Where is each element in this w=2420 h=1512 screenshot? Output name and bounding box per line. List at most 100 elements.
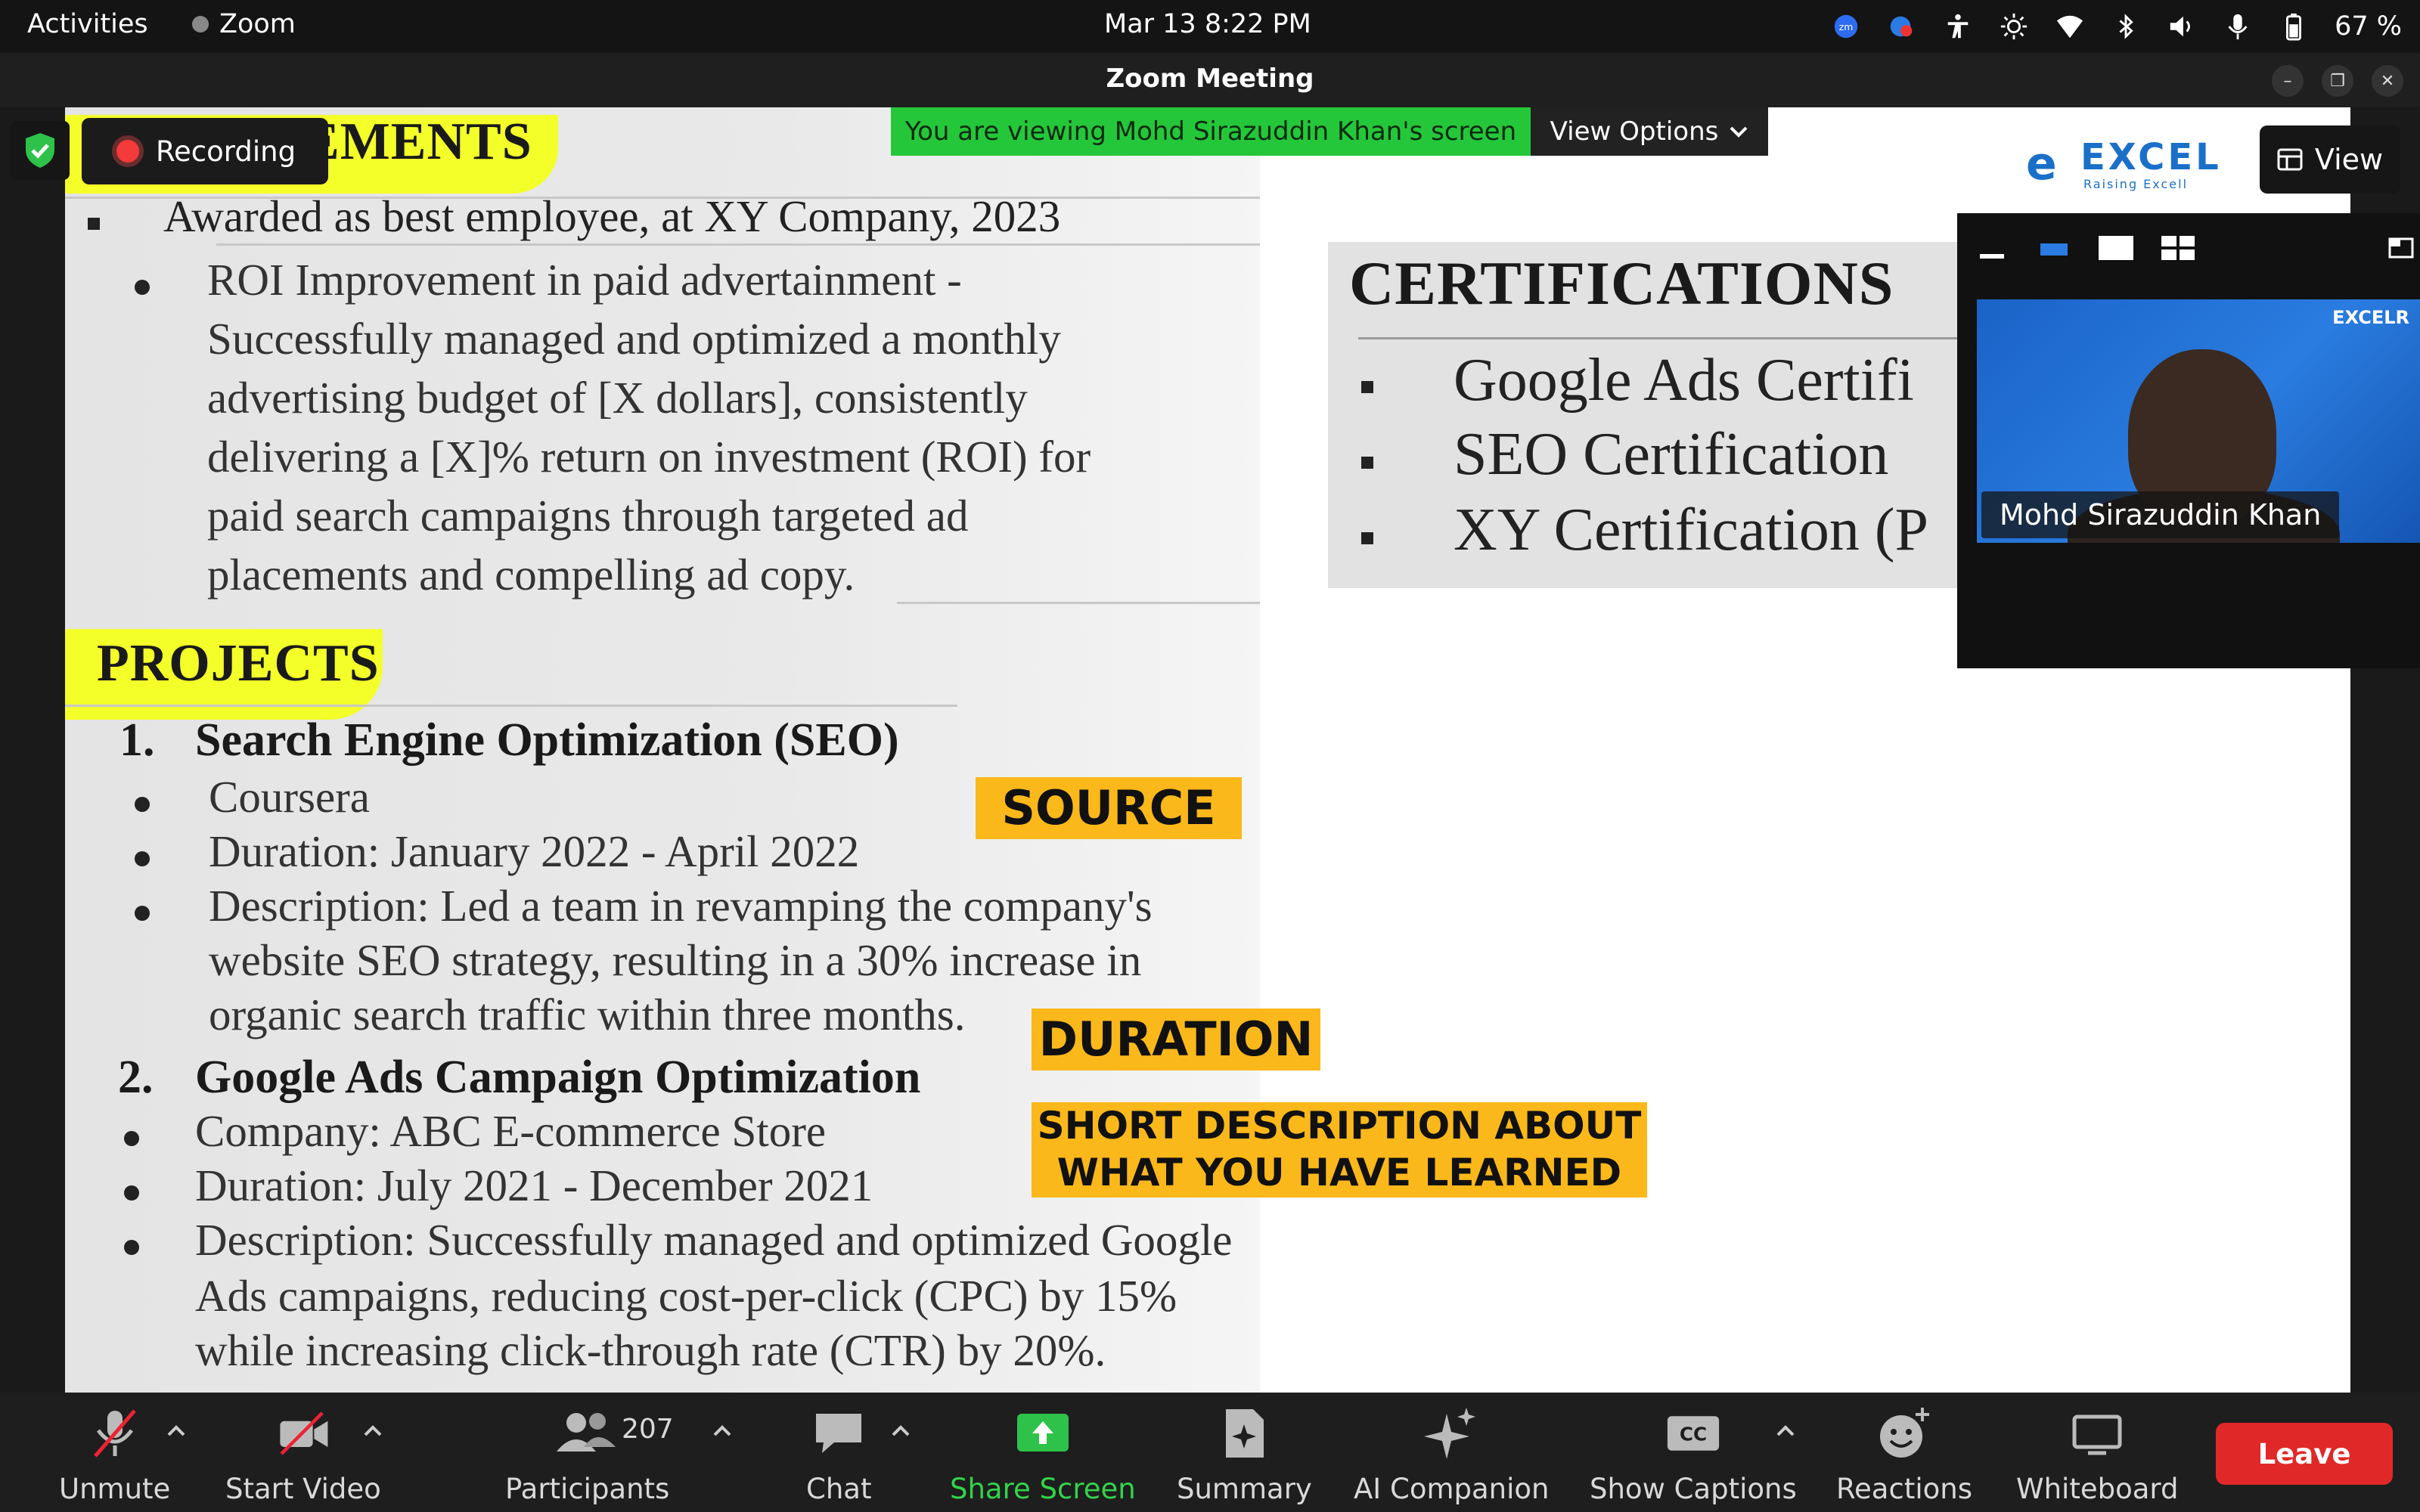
exit-float-icon[interactable] — [2381, 233, 2420, 263]
roi-line: paid search campaigns through targeted a… — [207, 491, 969, 541]
recording-indicator[interactable]: Recording — [82, 118, 328, 184]
whiteboard-button[interactable]: Whiteboard — [2016, 1406, 2178, 1505]
reactions-label: Reactions — [1836, 1473, 1972, 1505]
view-button[interactable]: View — [2260, 125, 2400, 194]
project1-bullet — [135, 797, 150, 812]
unmute-options-chevron-up-icon[interactable] — [165, 1420, 188, 1442]
system-tray[interactable]: zm 67 % — [1831, 9, 2402, 44]
view-options-label: View Options — [1550, 116, 1719, 147]
battery-icon[interactable] — [2279, 11, 2309, 42]
certification-bullet — [1361, 381, 1373, 393]
roi-line: ROI Improvement in paid advertainment - — [207, 255, 962, 305]
activities-button[interactable]: Activities — [27, 9, 148, 39]
chat-options-chevron-up-icon[interactable] — [889, 1420, 912, 1442]
ai-sparkle-icon — [1424, 1406, 1478, 1461]
app-menu-label: Zoom — [219, 9, 296, 39]
minimize-video-icon[interactable] — [1972, 233, 2012, 263]
summary-button[interactable]: Summary — [1177, 1406, 1312, 1505]
bluetooth-icon[interactable] — [2111, 11, 2141, 42]
show-captions-button[interactable]: CC Show Captions — [1590, 1406, 1797, 1505]
large-video-layout-icon[interactable] — [2096, 233, 2136, 263]
participant-video-tile[interactable]: EXCELR Mohd Sirazuddin Khan — [1977, 299, 2420, 543]
certification-item: SEO Certification — [1454, 421, 1889, 488]
share-screen-button[interactable]: Share Screen — [950, 1406, 1136, 1505]
video-options-chevron-up-icon[interactable] — [361, 1420, 384, 1442]
reactions-button[interactable]: Reactions — [1836, 1406, 1972, 1505]
active-speaker-layout-icon[interactable] — [2034, 233, 2074, 263]
zoom-tray-icon[interactable]: zm — [1831, 11, 1861, 42]
battery-percentage: 67 % — [2335, 11, 2402, 42]
start-video-button[interactable]: Start Video — [225, 1406, 381, 1505]
participants-icon — [554, 1406, 622, 1461]
view-options-button[interactable]: View Options — [1531, 107, 1768, 156]
participant-name-label: Mohd Sirazuddin Khan — [1981, 491, 2340, 538]
project1-item: Description: Led a team in revamping the… — [209, 881, 1153, 931]
project2-title: Google Ads Campaign Optimization — [195, 1052, 921, 1103]
restore-icon[interactable]: ❐ — [2322, 65, 2353, 97]
projects-heading: PROJECTS — [97, 634, 380, 692]
project2-item: Ads campaigns, reducing cost-per-click (… — [195, 1271, 1177, 1321]
summary-icon — [1217, 1406, 1271, 1461]
encryption-shield-icon[interactable] — [11, 121, 70, 180]
microphone-icon[interactable] — [2223, 11, 2253, 42]
award-line: Awarded as best employee, at XY Company,… — [163, 191, 1061, 241]
source-sticker: SOURCE — [976, 777, 1242, 839]
gallery-layout-icon[interactable] — [2158, 233, 2198, 263]
show-captions-label: Show Captions — [1590, 1473, 1797, 1505]
participants-label: Participants — [505, 1473, 670, 1505]
certification-bullet — [1361, 532, 1373, 544]
captions-options-chevron-up-icon[interactable] — [1774, 1420, 1797, 1442]
tile-logo: EXCELR — [2332, 307, 2409, 328]
excelr-logo-mark: e — [2026, 138, 2057, 191]
window-title: Zoom Meeting — [1106, 64, 1314, 94]
meeting-toolbar: Unmute Start Video Participants 207 Chat… — [0, 1393, 2420, 1512]
ai-companion-label: AI Companion — [1354, 1473, 1550, 1505]
brightness-icon[interactable] — [1999, 11, 2029, 42]
project2-number: 2. — [118, 1052, 154, 1103]
minimize-icon[interactable]: – — [2272, 65, 2304, 97]
notification-tray-icon[interactable] — [1887, 11, 1917, 42]
duration-sticker: DURATION — [1032, 1009, 1320, 1070]
grid-view-icon — [2277, 148, 2303, 171]
viewing-screen-banner: You are viewing Mohd Sirazuddin Khan's s… — [891, 107, 1531, 156]
participants-options-chevron-up-icon[interactable] — [711, 1420, 734, 1442]
system-top-bar: Activities Zoom Mar 13 8:22 PM zm 67 % — [0, 0, 2420, 53]
project2-item: Company: ABC E-commerce Store — [195, 1106, 827, 1156]
ai-companion-button[interactable]: AI Companion — [1354, 1406, 1549, 1505]
zoom-app-icon — [192, 16, 209, 33]
share-screen-icon — [1016, 1406, 1070, 1461]
project2-item: Duration: July 2021 - December 2021 — [195, 1160, 873, 1210]
project1-title: Search Engine Optimization (SEO) — [195, 714, 899, 766]
project1-bullet — [135, 851, 150, 866]
project2-bullet — [124, 1185, 139, 1201]
shared-screen-area[interactable]: ACHIEVEMENTS Awarded as best employee, a… — [0, 107, 2420, 1393]
project2-item: Description: Successfully managed and op… — [195, 1215, 1233, 1265]
chat-label: Chat — [806, 1473, 872, 1505]
certification-item: XY Certification (P — [1454, 497, 1929, 563]
window-titlebar[interactable]: Zoom Meeting – ❐ ✕ — [0, 53, 2420, 107]
certification-bullet — [1361, 457, 1373, 469]
project2-bullet — [124, 1131, 139, 1146]
floating-video-panel[interactable]: EXCELR Mohd Sirazuddin Khan — [1957, 213, 2420, 668]
close-icon[interactable]: ✕ — [2372, 65, 2403, 97]
volume-icon[interactable] — [2167, 11, 2197, 42]
microphone-muted-icon — [88, 1406, 142, 1461]
wifi-icon[interactable] — [2055, 11, 2085, 42]
app-menu[interactable]: Zoom — [192, 9, 296, 39]
whiteboard-label: Whiteboard — [2016, 1473, 2179, 1505]
short-description-line: SHORT DESCRIPTION ABOUT — [1037, 1104, 1642, 1148]
project1-item: organic search traffic within three mont… — [209, 990, 966, 1040]
clock[interactable]: Mar 13 8:22 PM — [1104, 9, 1311, 39]
whiteboard-icon — [2070, 1406, 2124, 1461]
accessibility-icon[interactable] — [1943, 11, 1973, 42]
excelr-logo: e EXCEL Raising Excell — [1990, 107, 2277, 206]
short-description-line: WHAT YOU HAVE LEARNED — [1056, 1151, 1622, 1194]
reactions-smiley-icon — [1877, 1406, 1931, 1461]
certifications-heading: CERTIFICATIONS — [1349, 249, 1894, 318]
roi-bullet — [135, 280, 150, 295]
project1-item: Coursera — [209, 772, 370, 822]
unmute-button[interactable]: Unmute — [59, 1406, 170, 1505]
chat-button[interactable]: Chat — [806, 1406, 871, 1505]
chevron-down-icon — [1730, 126, 1748, 138]
leave-button[interactable]: Leave — [2216, 1423, 2393, 1485]
